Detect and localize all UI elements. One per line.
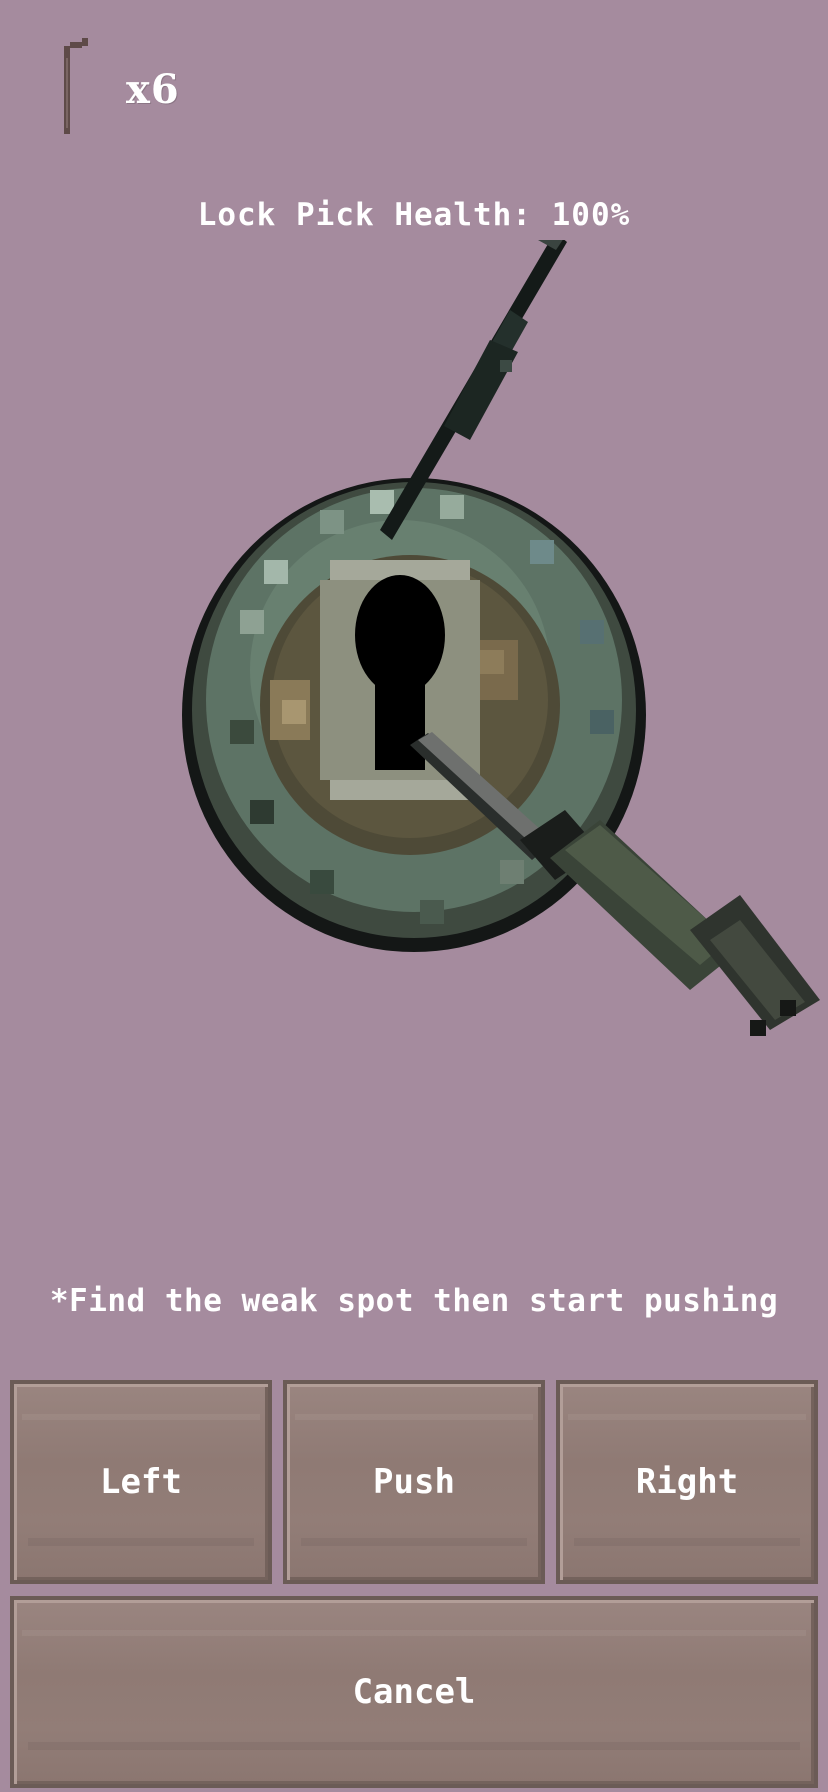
lockpick-icon [64,38,88,134]
game-screen: x6 Lock Pick Health: 100% *Find the weak… [0,0,828,1792]
cancel-button[interactable]: Cancel [10,1596,818,1788]
push-button-label: Push [373,1462,455,1502]
hint-text: *Find the weak spot then start pushing [49,1283,779,1319]
push-button[interactable]: Push [283,1380,545,1584]
lockpick-counter: x6 [58,38,258,138]
right-button-label: Right [635,1462,739,1502]
left-button-label: Left [100,1462,182,1502]
right-button[interactable]: Right [556,1380,818,1584]
lockpick-health: Lock Pick Health: 100% [197,197,631,233]
lock-puzzle [182,240,820,1036]
left-button[interactable]: Left [10,1380,272,1584]
cancel-button-label: Cancel [352,1672,476,1712]
lockpick-count: x6 [126,66,180,113]
